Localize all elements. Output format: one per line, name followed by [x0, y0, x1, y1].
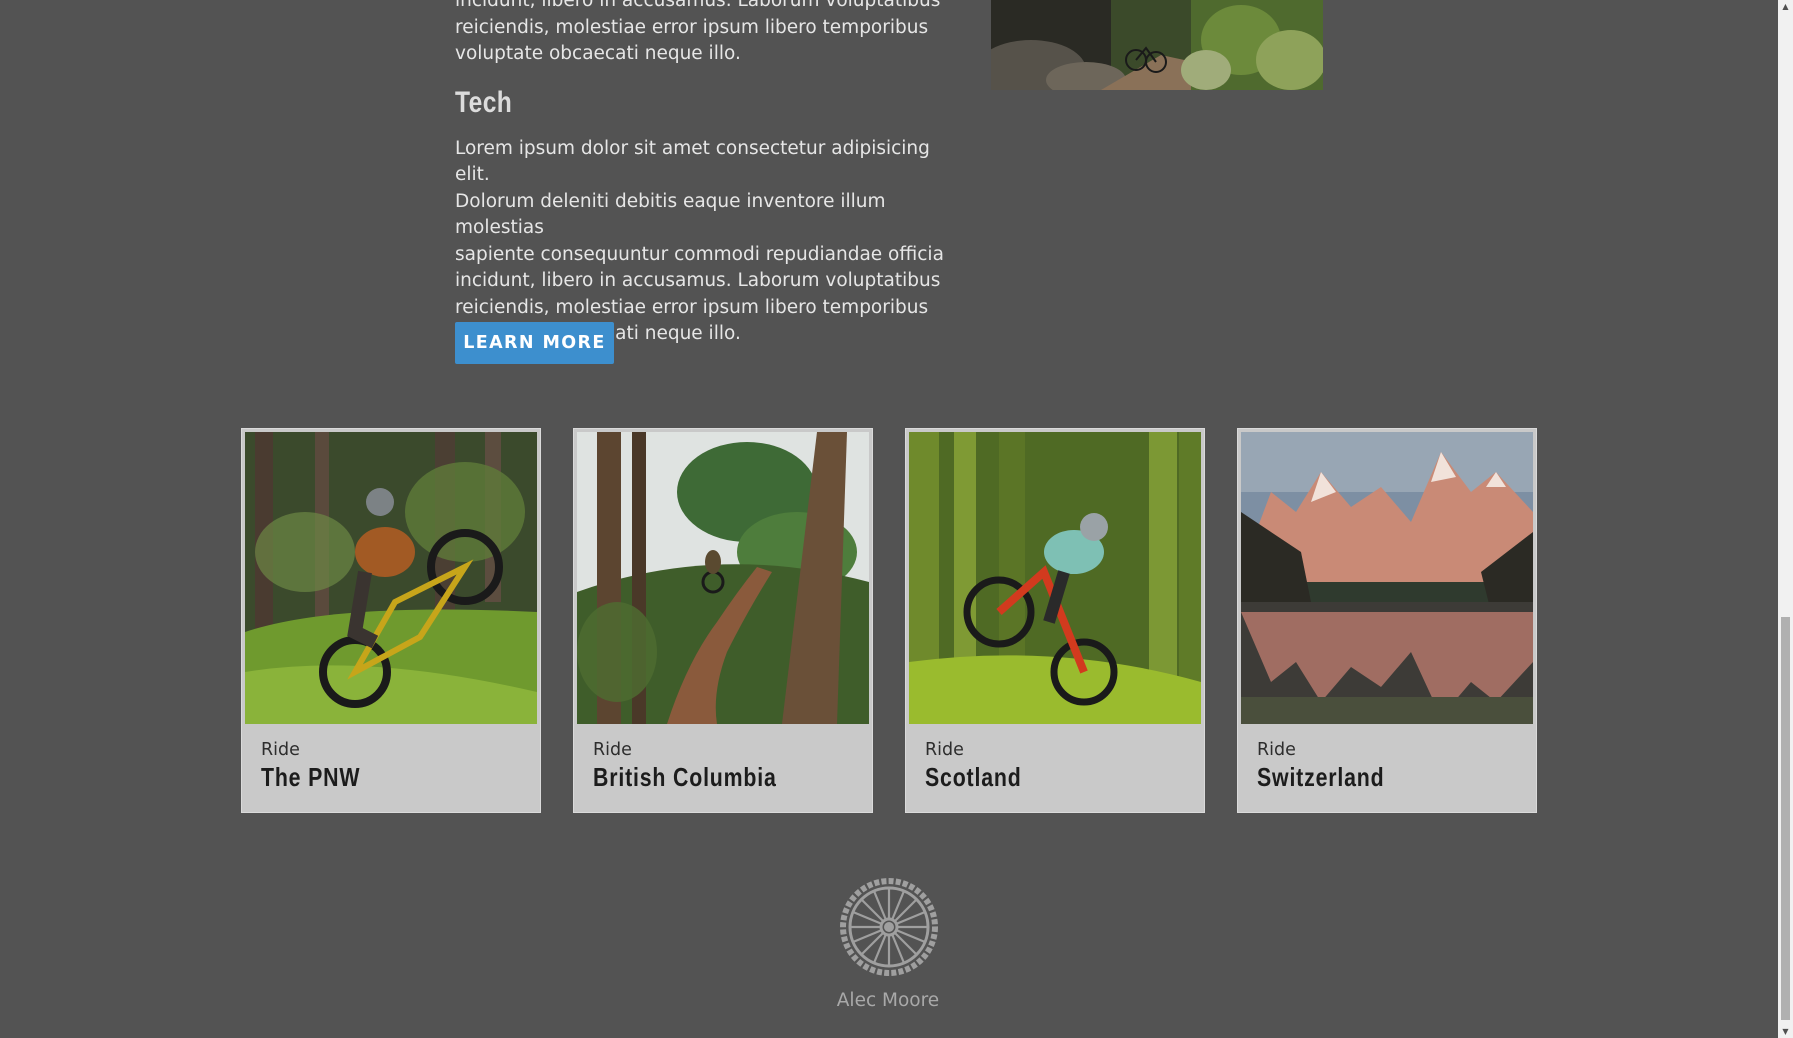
card-kicker: Ride	[925, 740, 964, 760]
card-switzerland[interactable]: Ride Switzerland	[1237, 428, 1537, 813]
trail-photo	[991, 0, 1323, 90]
card-kicker: Ride	[1257, 740, 1296, 760]
card-the-pnw[interactable]: Ride The PNW	[241, 428, 541, 813]
scroll-down-arrow-icon[interactable]: ▼	[1781, 1027, 1790, 1036]
card-photo-switzerland	[1241, 432, 1533, 724]
tech-heading: Tech	[455, 85, 513, 119]
card-title[interactable]: British Columbia	[593, 762, 777, 793]
scroll-up-arrow-icon[interactable]: ▲	[1781, 2, 1790, 11]
card-kicker: Ride	[593, 740, 632, 760]
learn-more-button[interactable]: LEARN MORE	[455, 322, 614, 364]
card-british-columbia[interactable]: Ride British Columbia	[573, 428, 873, 813]
intro-paragraph: incidunt, libero in accusamus. Laborum v…	[455, 0, 941, 64]
bike-wheel-icon	[838, 876, 940, 978]
card-title[interactable]: The PNW	[261, 762, 360, 793]
card-photo-scotland	[909, 432, 1201, 724]
card-kicker: Ride	[261, 740, 300, 760]
card-title[interactable]: Switzerland	[1257, 762, 1384, 793]
card-photo-pnw	[245, 432, 537, 724]
card-title[interactable]: Scotland	[925, 762, 1022, 793]
page-scrollbar[interactable]: ▲ ▼	[1778, 0, 1793, 1038]
scrollbar-thumb[interactable]	[1781, 617, 1790, 1020]
footer-author-name: Alec Moore	[836, 990, 940, 1011]
tech-paragraph: Lorem ipsum dolor sit amet consectetur a…	[455, 137, 944, 345]
tech-section: incidunt, libero in accusamus. Laborum v…	[455, 0, 955, 348]
card-scotland[interactable]: Ride Scotland	[905, 428, 1205, 813]
card-photo-british-columbia	[577, 432, 869, 724]
